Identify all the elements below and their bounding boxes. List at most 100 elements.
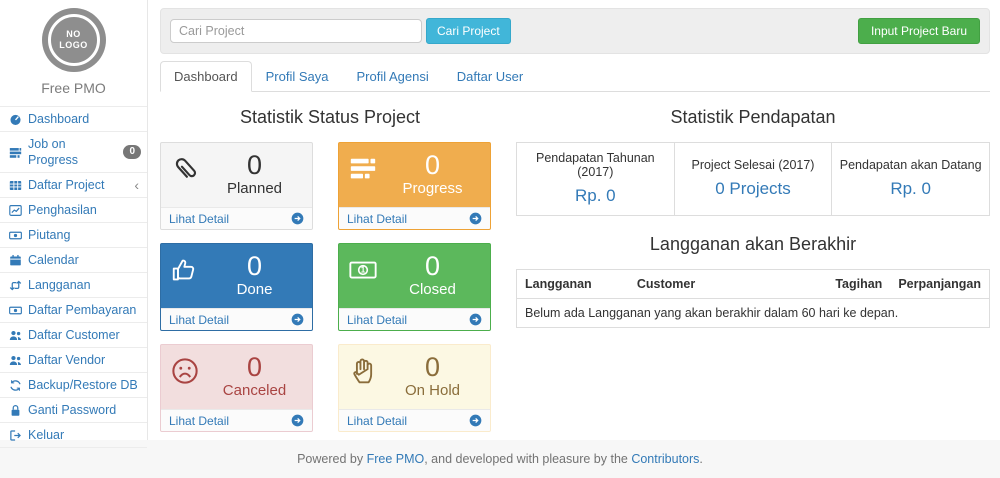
status-count: 0 xyxy=(206,151,303,179)
app-window: NO LOGO Free PMO Dashboard Job on Progre… xyxy=(0,0,1000,440)
lihat-detail-link[interactable]: Lihat Detail xyxy=(161,308,312,330)
tab-dashboard[interactable]: Dashboard xyxy=(160,61,252,92)
money-icon xyxy=(8,228,22,242)
column-header: Tagihan xyxy=(827,270,890,299)
logo-text-line2: LOGO xyxy=(59,40,88,51)
sidebar-item-label: Daftar Project xyxy=(28,177,104,193)
status-count: 0 xyxy=(384,151,481,179)
sidebar-item-daftar-pembayaran[interactable]: Daftar Pembayaran xyxy=(0,298,147,323)
sidebar-item-label: Ganti Password xyxy=(28,402,116,418)
lihat-detail-link[interactable]: Lihat Detail xyxy=(339,308,490,330)
stat-cell: Project Selesai (2017) 0 Projects xyxy=(674,143,832,216)
sidebar-item-label: Daftar Vendor xyxy=(28,352,105,368)
card-body: 0 Done xyxy=(161,244,312,308)
sidebar-item-langganan[interactable]: Langganan xyxy=(0,273,147,298)
status-card-on-hold: 0 On Hold Lihat Detail xyxy=(338,344,491,432)
line-chart-icon xyxy=(8,203,22,217)
sidebar-item-label: Daftar Customer xyxy=(28,327,120,343)
stat-label: Project Selesai (2017) xyxy=(681,158,826,172)
income-section-title: Statistik Pendapatan xyxy=(516,107,990,128)
free-pmo-link[interactable]: Free PMO xyxy=(367,452,425,466)
stat-cell: Pendapatan Tahunan (2017) Rp. 0 xyxy=(517,143,675,216)
sidebar: NO LOGO Free PMO Dashboard Job on Progre… xyxy=(0,0,148,440)
arrow-circle-right-icon xyxy=(469,313,482,326)
sidebar-item-label: Calendar xyxy=(28,252,79,268)
lihat-detail-label: Lihat Detail xyxy=(169,414,229,428)
stat-value-link[interactable]: 0 Projects xyxy=(681,179,826,199)
sidebar-item-label: Penghasilan xyxy=(28,202,97,218)
chevron-left-icon: ‹ xyxy=(134,179,141,191)
search-button[interactable]: Cari Project xyxy=(426,18,511,44)
income-column: Statistik Pendapatan Pendapatan Tahunan … xyxy=(500,102,990,432)
status-label: Canceled xyxy=(206,382,303,399)
sidebar-item-daftar-customer[interactable]: Daftar Customer xyxy=(0,323,147,348)
sidebar-item-daftar-project[interactable]: Daftar Project ‹ xyxy=(0,173,147,198)
lihat-detail-link[interactable]: Lihat Detail xyxy=(161,207,312,229)
input-project-baru-button[interactable]: Input Project Baru xyxy=(858,18,980,44)
status-section-title: Statistik Status Project xyxy=(160,107,500,128)
lihat-detail-label: Lihat Detail xyxy=(347,414,407,428)
column-header: Perpanjangan xyxy=(890,270,989,299)
lihat-detail-link[interactable]: Lihat Detail xyxy=(161,409,312,431)
lihat-detail-label: Lihat Detail xyxy=(169,313,229,327)
arrow-circle-right-icon xyxy=(469,414,482,427)
sidebar-item-calendar[interactable]: Calendar xyxy=(0,248,147,273)
lihat-detail-link[interactable]: Lihat Detail xyxy=(339,207,490,229)
subscription-table: Langganan Customer Tagihan Perpanjangan … xyxy=(516,269,990,328)
tab-daftar-user[interactable]: Daftar User xyxy=(443,61,537,92)
tab-profil-agensi[interactable]: Profil Agensi xyxy=(342,61,442,92)
sidebar-item-label: Keluar xyxy=(28,427,64,443)
status-cards-grid: 0 Planned Lihat Detail xyxy=(160,142,500,432)
lock-icon xyxy=(8,403,22,417)
refresh-icon xyxy=(8,378,22,392)
status-label: Planned xyxy=(206,180,303,197)
stat-value-link[interactable]: Rp. 0 xyxy=(838,179,983,199)
contributors-link[interactable]: Contributors xyxy=(631,452,699,466)
status-count: 0 xyxy=(384,252,481,280)
search-bar: Cari Project Input Project Baru xyxy=(160,8,990,54)
dashboard-icon xyxy=(8,112,22,126)
sidebar-item-label: Piutang xyxy=(28,227,70,243)
lihat-detail-link[interactable]: Lihat Detail xyxy=(339,409,490,431)
subscription-section-title: Langganan akan Berakhir xyxy=(516,234,990,255)
sidebar-item-piutang[interactable]: Piutang xyxy=(0,223,147,248)
arrow-circle-right-icon xyxy=(291,212,304,225)
paperclip-icon xyxy=(170,151,206,201)
sidebar-item-ganti-password[interactable]: Ganti Password xyxy=(0,398,147,423)
search-input[interactable] xyxy=(170,19,422,43)
sidebar-item-label: Dashboard xyxy=(28,111,89,127)
sidebar-item-penghasilan[interactable]: Penghasilan xyxy=(0,198,147,223)
status-label: On Hold xyxy=(384,382,481,399)
sidebar-item-job-on-progress[interactable]: Job on Progress 0 xyxy=(0,132,147,173)
arrow-circle-right-icon xyxy=(469,212,482,225)
logo-text-line1: NO xyxy=(66,29,81,40)
sidebar-item-daftar-vendor[interactable]: Daftar Vendor xyxy=(0,348,147,373)
dashboard-panel: Statistik Status Project 0 Planned Lihat… xyxy=(160,92,990,432)
status-label: Progress xyxy=(384,180,481,197)
thumbs-up-icon xyxy=(170,252,206,302)
status-card-done: 0 Done Lihat Detail xyxy=(160,243,313,331)
status-count: 0 xyxy=(206,353,303,381)
card-body: 1 0 Closed xyxy=(339,244,490,308)
sidebar-item-keluar[interactable]: Keluar xyxy=(0,423,147,448)
tasks-icon xyxy=(8,145,22,159)
sidebar-item-dashboard[interactable]: Dashboard xyxy=(0,107,147,132)
table-row: Belum ada Langganan yang akan berakhir d… xyxy=(517,299,990,328)
arrow-circle-right-icon xyxy=(291,414,304,427)
card-body: 0 Planned xyxy=(161,143,312,207)
sidebar-item-backup-restore-db[interactable]: Backup/Restore DB xyxy=(0,373,147,398)
tab-profil-saya[interactable]: Profil Saya xyxy=(252,61,343,92)
retweet-icon xyxy=(8,278,22,292)
count-badge: 0 xyxy=(123,145,141,159)
sidebar-item-label: Job on Progress xyxy=(28,136,117,168)
sidebar-menu: Dashboard Job on Progress 0 Daftar Proje… xyxy=(0,106,147,448)
status-count: 0 xyxy=(206,252,303,280)
stat-value-link[interactable]: Rp. 0 xyxy=(523,186,668,206)
card-body: 0 On Hold xyxy=(339,345,490,409)
calendar-icon xyxy=(8,253,22,267)
no-logo-badge: NO LOGO xyxy=(48,14,100,66)
stat-cell: Pendapatan akan Datang Rp. 0 xyxy=(832,143,990,216)
main-content: Cari Project Input Project Baru Dashboar… xyxy=(148,0,1000,440)
sidebar-item-label: Langganan xyxy=(28,277,91,293)
column-header: Langganan xyxy=(517,270,629,299)
